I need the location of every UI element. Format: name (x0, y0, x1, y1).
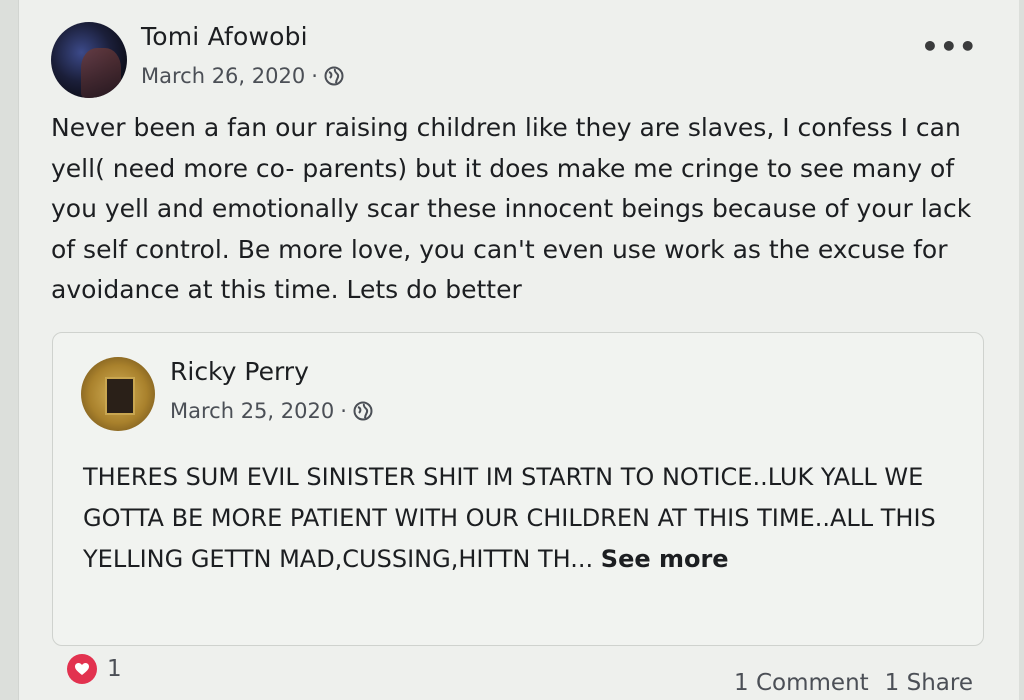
meta-separator: · (311, 64, 318, 88)
reactions-summary[interactable]: 1 (67, 654, 122, 684)
engagement-counts: 1 Comment 1 Share (734, 670, 973, 696)
shared-author-name[interactable]: Ricky Perry (170, 357, 309, 386)
shared-post[interactable]: Ricky Perry March 25, 2020 · THERES SUM … (52, 332, 984, 646)
shares-count-link[interactable]: 1 Share (885, 670, 973, 696)
author-name[interactable]: Tomi Afowobi (141, 22, 308, 51)
post-body: Never been a fan our raising children li… (51, 113, 972, 304)
reaction-count: 1 (107, 656, 122, 682)
post-date[interactable]: March 26, 2020 (141, 64, 305, 88)
globe-icon (324, 66, 344, 86)
shared-post-text: THERES SUM EVIL SINISTER SHIT IM STARTN … (83, 463, 936, 573)
post-card: Tomi Afowobi March 26, 2020 · ••• Never … (18, 0, 1019, 700)
heart-icon (67, 654, 97, 684)
shared-post-meta: March 25, 2020 · (170, 399, 373, 423)
comments-count-link[interactable]: 1 Comment (734, 670, 869, 696)
shared-post-date[interactable]: March 25, 2020 (170, 399, 334, 423)
globe-icon (353, 401, 373, 421)
author-avatar[interactable] (51, 22, 127, 98)
see-more-link[interactable]: See more (601, 545, 729, 573)
more-options-icon[interactable]: ••• (921, 30, 978, 63)
shared-author-avatar[interactable] (81, 357, 155, 431)
shared-meta-separator: · (340, 399, 347, 423)
shared-post-body: THERES SUM EVIL SINISTER SHIT IM STARTN … (83, 457, 963, 580)
post-meta: March 26, 2020 · (141, 64, 344, 88)
